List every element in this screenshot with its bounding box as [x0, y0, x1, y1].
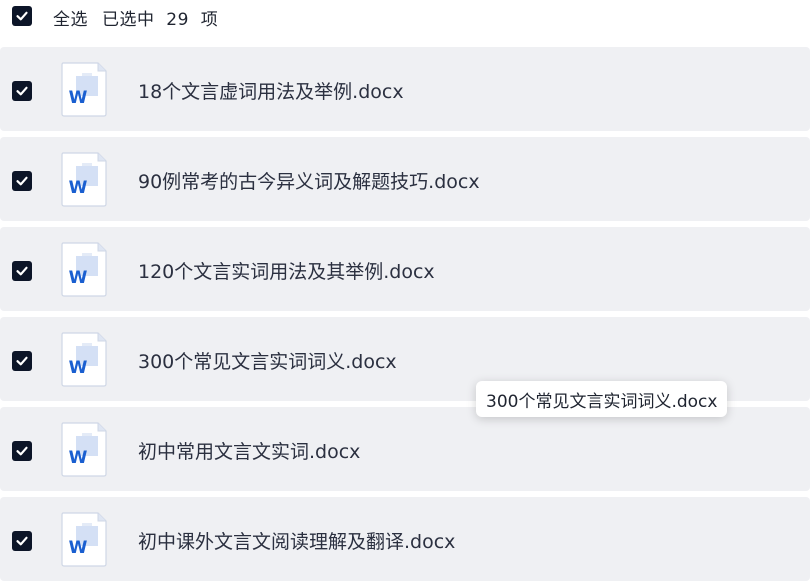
- file-checkbox[interactable]: [12, 351, 32, 371]
- svg-text:W: W: [69, 178, 88, 198]
- checkmark-icon: [16, 266, 28, 276]
- file-row[interactable]: W 初中课外文言文阅读理解及翻译.docx: [0, 497, 810, 581]
- word-doc-icon: W: [61, 422, 107, 477]
- word-doc-icon: W: [61, 242, 107, 297]
- checkmark-icon: [16, 446, 28, 456]
- checkmark-icon: [16, 11, 28, 21]
- svg-text:W: W: [69, 268, 88, 288]
- select-all-label[interactable]: 全选: [53, 5, 88, 30]
- file-row[interactable]: W 初中常用文言文实词.docx: [0, 407, 810, 491]
- filename-tooltip: 300个常见文言实词词义.docx: [476, 381, 728, 417]
- file-name: 300个常见文言实词词义.docx: [138, 351, 397, 373]
- checkmark-icon: [16, 86, 28, 96]
- file-name: 90例常考的古今异义词及解题技巧.docx: [138, 171, 480, 193]
- select-all-bar: 全选 已选中 29 项: [0, 0, 810, 44]
- file-checkbox[interactable]: [12, 441, 32, 461]
- file-name: 初中课外文言文阅读理解及翻译.docx: [138, 531, 456, 553]
- word-doc-icon: W: [61, 332, 107, 387]
- svg-text:W: W: [69, 88, 88, 108]
- svg-text:W: W: [69, 358, 88, 378]
- file-checkbox[interactable]: [12, 261, 32, 281]
- checkmark-icon: [16, 356, 28, 366]
- file-checkbox[interactable]: [12, 81, 32, 101]
- file-row[interactable]: W 90例常考的古今异义词及解题技巧.docx: [0, 137, 810, 221]
- file-name: 初中常用文言文实词.docx: [138, 441, 361, 463]
- file-checkbox[interactable]: [12, 171, 32, 191]
- file-checkbox[interactable]: [12, 531, 32, 551]
- selected-count-text: 已选中 29 项: [102, 10, 219, 30]
- svg-text:W: W: [69, 448, 88, 468]
- svg-text:W: W: [69, 538, 88, 558]
- file-name: 120个文言实词用法及其举例.docx: [138, 261, 435, 283]
- word-doc-icon: W: [61, 512, 107, 567]
- file-row[interactable]: W 18个文言虚词用法及举例.docx: [0, 47, 810, 131]
- word-doc-icon: W: [61, 62, 107, 117]
- checkmark-icon: [16, 176, 28, 186]
- file-row[interactable]: W 120个文言实词用法及其举例.docx: [0, 227, 810, 311]
- checkmark-icon: [16, 536, 28, 546]
- word-doc-icon: W: [61, 152, 107, 207]
- select-all-checkbox[interactable]: [12, 6, 32, 26]
- file-name: 18个文言虚词用法及举例.docx: [138, 81, 404, 103]
